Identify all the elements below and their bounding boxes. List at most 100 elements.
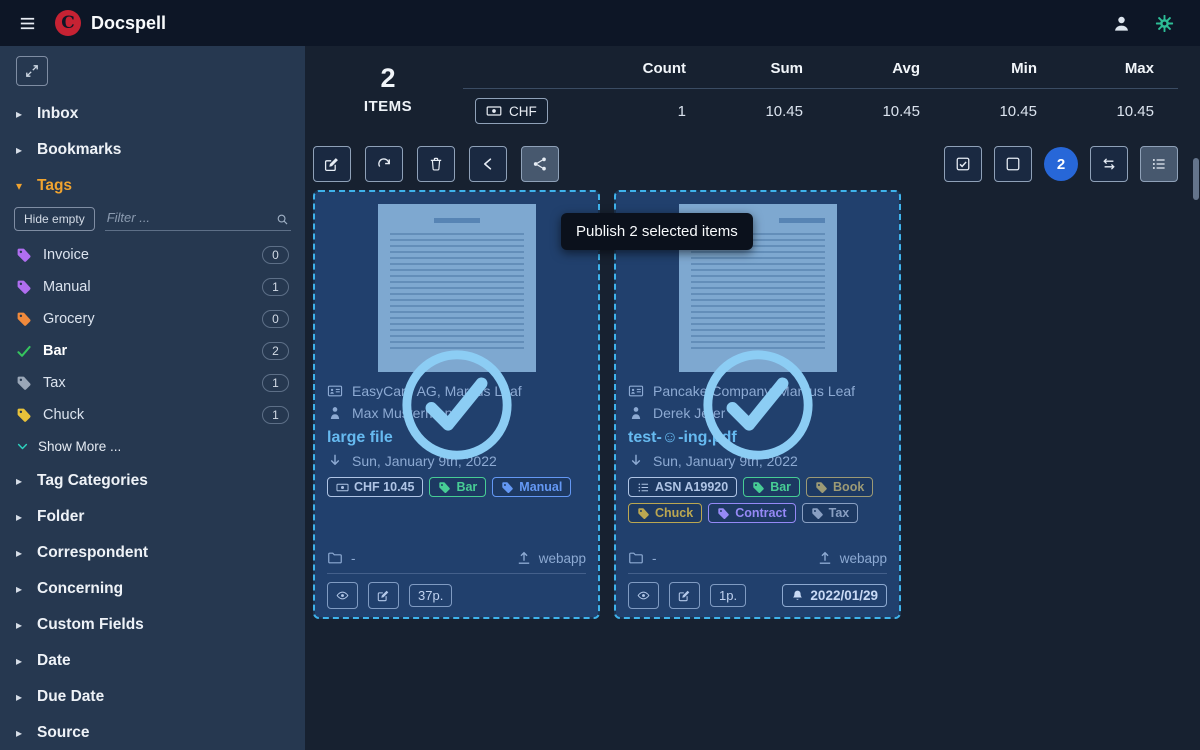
check-icon: [16, 343, 32, 359]
tag-filter-input[interactable]: [105, 206, 291, 231]
tag-badge[interactable]: Bar: [429, 477, 486, 497]
sidebar-item-correspondent[interactable]: ▸ Correspondent: [14, 535, 291, 571]
user-menu-button[interactable]: [1110, 12, 1133, 35]
tag-item-manual[interactable]: Manual 1: [14, 271, 291, 303]
bell-icon: [791, 589, 804, 602]
delete-selected-button[interactable]: [417, 146, 455, 182]
tag-item-invoice[interactable]: Invoice 0: [14, 239, 291, 271]
sidebar-item-tags[interactable]: ▾ Tags: [14, 168, 291, 204]
tag-item-chuck[interactable]: Chuck 1: [14, 399, 291, 431]
sidebar-item-tag-categories[interactable]: ▸ Tag Categories: [14, 463, 291, 499]
hide-empty-toggle[interactable]: Hide empty: [14, 207, 95, 231]
tag-item-grocery[interactable]: Grocery 0: [14, 303, 291, 335]
stats-val-count: 1: [593, 103, 710, 120]
chevron-right-icon: ▸: [16, 726, 26, 740]
stats-val-max: 10.45: [1061, 103, 1178, 120]
app-brand[interactable]: C Docspell: [55, 10, 166, 36]
tag-badge[interactable]: Book: [806, 477, 873, 497]
sidebar-item-custom-fields[interactable]: ▸ Custom Fields: [14, 607, 291, 643]
stats-col-max: Max: [1061, 60, 1178, 77]
tag-icon: [717, 507, 730, 520]
document-preview-thumbnail: [378, 204, 536, 372]
tag-icon: [438, 481, 451, 494]
stats-val-min: 10.45: [944, 103, 1061, 120]
item-card[interactable]: EasyCare AG, Marcus Leaf Max Mustermann …: [313, 190, 600, 619]
asn-badge[interactable]: ASN A19920: [628, 477, 737, 497]
reprocess-button[interactable]: [365, 146, 403, 182]
amount-badge[interactable]: CHF 10.45: [327, 477, 423, 497]
tag-count-badge: 0: [262, 310, 289, 328]
card-footer: 1p. 2022/01/29: [628, 573, 887, 609]
publish-selected-button[interactable]: [521, 146, 559, 182]
edit-item-button[interactable]: [669, 582, 700, 609]
source-chunk: webapp: [516, 550, 586, 566]
chevron-down-icon: ▾: [16, 179, 26, 193]
stats-col-sum: Sum: [710, 60, 827, 77]
sidebar-item-bookmarks[interactable]: ▸ Bookmarks: [14, 132, 291, 168]
sidebar-item-source[interactable]: ▸ Source: [14, 715, 291, 750]
tag-count-badge: 2: [262, 342, 289, 360]
sidebar-item-folder[interactable]: ▸ Folder: [14, 499, 291, 535]
selection-toolbar: 2: [313, 146, 1190, 182]
upload-icon: [817, 550, 833, 566]
edit-item-button[interactable]: [368, 582, 399, 609]
sidebar-item-inbox[interactable]: ▸ Inbox: [14, 96, 291, 132]
docspell-logo-icon: C: [55, 10, 81, 36]
preview-item-button[interactable]: [628, 582, 659, 609]
person-icon: [628, 405, 644, 421]
chevron-right-icon: ▸: [16, 582, 26, 596]
tag-item-tax[interactable]: Tax 1: [14, 367, 291, 399]
tag-item-bar[interactable]: Bar 2: [14, 335, 291, 367]
top-navbar: C Docspell: [0, 0, 1200, 46]
folder-icon: [327, 550, 343, 566]
menu-toggle-button[interactable]: [14, 10, 41, 37]
edit-selected-button[interactable]: [313, 146, 351, 182]
settings-gear-button[interactable]: [1153, 12, 1176, 35]
item-date-row: Sun, January 9th, 2022: [628, 450, 887, 472]
chevron-right-icon: ▸: [16, 474, 26, 488]
tag-icon: [811, 507, 824, 520]
card-footer: 37p.: [327, 573, 586, 609]
money-icon: [336, 481, 349, 494]
currency-chip: CHF: [475, 98, 548, 124]
item-badges: CHF 10.45 Bar Manual: [327, 477, 586, 497]
page-count-badge: 37p.: [409, 584, 452, 607]
deselect-all-button[interactable]: [994, 146, 1032, 182]
invert-selection-button[interactable]: [1090, 146, 1128, 182]
item-title[interactable]: test-☺-ing.pdf: [628, 424, 887, 450]
tag-icon: [16, 311, 32, 327]
chevron-right-icon: ▸: [16, 618, 26, 632]
scrollbar-thumb[interactable]: [1193, 158, 1199, 200]
tag-badge[interactable]: Tax: [802, 503, 859, 523]
tag-badge[interactable]: Chuck: [628, 503, 702, 523]
correspondent-row: Pancake Company, Marcus Leaf: [628, 380, 887, 402]
source-chunk: webapp: [817, 550, 887, 566]
tag-icon: [16, 407, 32, 423]
sidebar-item-due-date[interactable]: ▸ Due Date: [14, 679, 291, 715]
chevron-right-icon: ▸: [16, 654, 26, 668]
item-badges: ASN A19920 Bar Book Chuck: [628, 477, 887, 523]
chevron-right-icon: ▸: [16, 690, 26, 704]
arrow-down-icon: [327, 453, 343, 469]
item-count-block: 2 ITEMS: [313, 60, 463, 115]
show-more-tags-link[interactable]: Show More ...: [14, 431, 291, 463]
select-all-button[interactable]: [944, 146, 982, 182]
stats-val-avg: 10.45: [827, 103, 944, 120]
folder-icon: [628, 550, 644, 566]
tag-badge[interactable]: Bar: [743, 477, 800, 497]
stats-table: Count Sum Avg Min Max CHF 1 10.45 10.45 …: [463, 60, 1178, 124]
stats-summary: 2 ITEMS Count Sum Avg Min Max CHF 1: [313, 60, 1190, 124]
tag-badge[interactable]: Contract: [708, 503, 795, 523]
item-title[interactable]: large file: [327, 424, 586, 450]
list-view-toggle-button[interactable]: [1140, 146, 1178, 182]
merge-button[interactable]: [469, 146, 507, 182]
selected-count-badge[interactable]: 2: [1044, 147, 1078, 181]
tag-icon: [16, 279, 32, 295]
item-card[interactable]: Pancake Company, Marcus Leaf Derek Jeter…: [614, 190, 901, 619]
sidebar-item-concerning[interactable]: ▸ Concerning: [14, 571, 291, 607]
sidebar-item-date[interactable]: ▸ Date: [14, 643, 291, 679]
expand-sidebar-button[interactable]: [16, 56, 48, 86]
chevron-right-icon: ▸: [16, 510, 26, 524]
tag-badge[interactable]: Manual: [492, 477, 571, 497]
preview-item-button[interactable]: [327, 582, 358, 609]
